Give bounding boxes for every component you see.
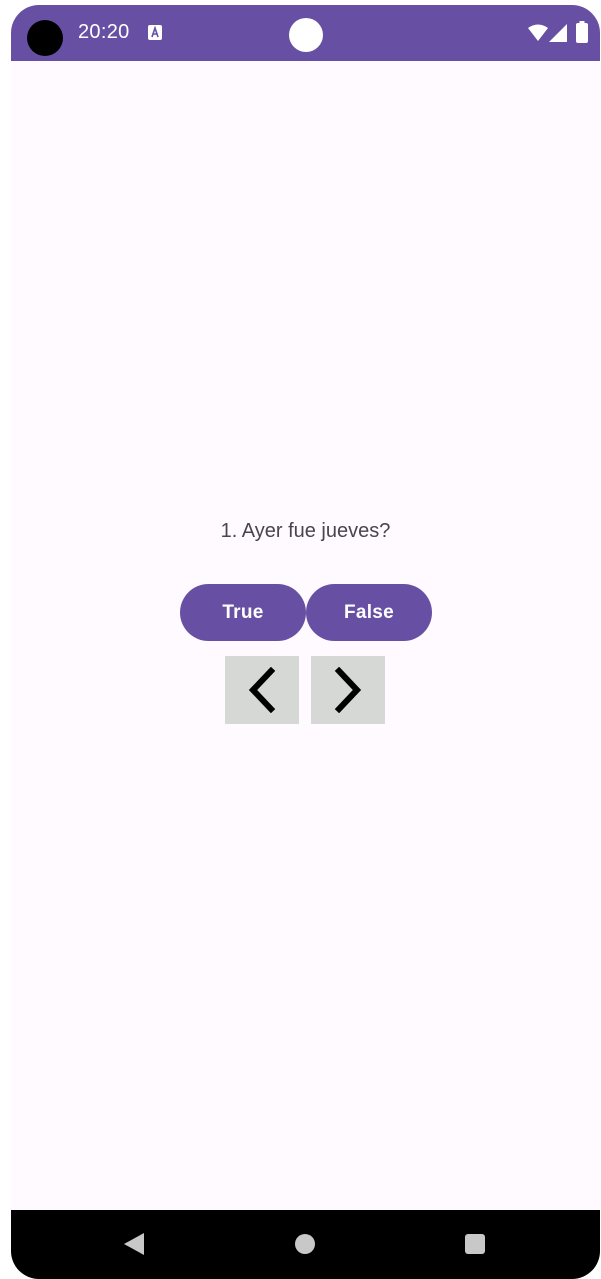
chevron-right-icon (334, 667, 362, 713)
device-screen: 20:20 1. Ayer fue jueves? True False (11, 5, 600, 1279)
recents-icon[interactable] (465, 1234, 485, 1254)
chevron-left-icon (248, 667, 276, 713)
next-button[interactable] (311, 656, 385, 724)
wifi-icon (528, 24, 548, 41)
back-icon[interactable] (123, 1232, 145, 1256)
false-button[interactable]: False (306, 584, 432, 641)
question-text: 1. Ayer fue jueves? (220, 520, 391, 542)
navigation-bar (11, 1210, 600, 1279)
status-center-dot (289, 18, 323, 52)
quiz-screen: 1. Ayer fue jueves? True False (11, 61, 600, 1210)
true-button[interactable]: True (180, 584, 306, 641)
home-icon[interactable] (295, 1234, 315, 1254)
previous-button[interactable] (225, 656, 299, 724)
status-bar: 20:20 (11, 5, 600, 61)
status-time: 20:20 (78, 21, 130, 43)
battery-icon (576, 21, 588, 43)
camera-cutout (27, 20, 63, 56)
signal-icon (549, 24, 567, 42)
accessibility-notification-icon (148, 25, 162, 40)
